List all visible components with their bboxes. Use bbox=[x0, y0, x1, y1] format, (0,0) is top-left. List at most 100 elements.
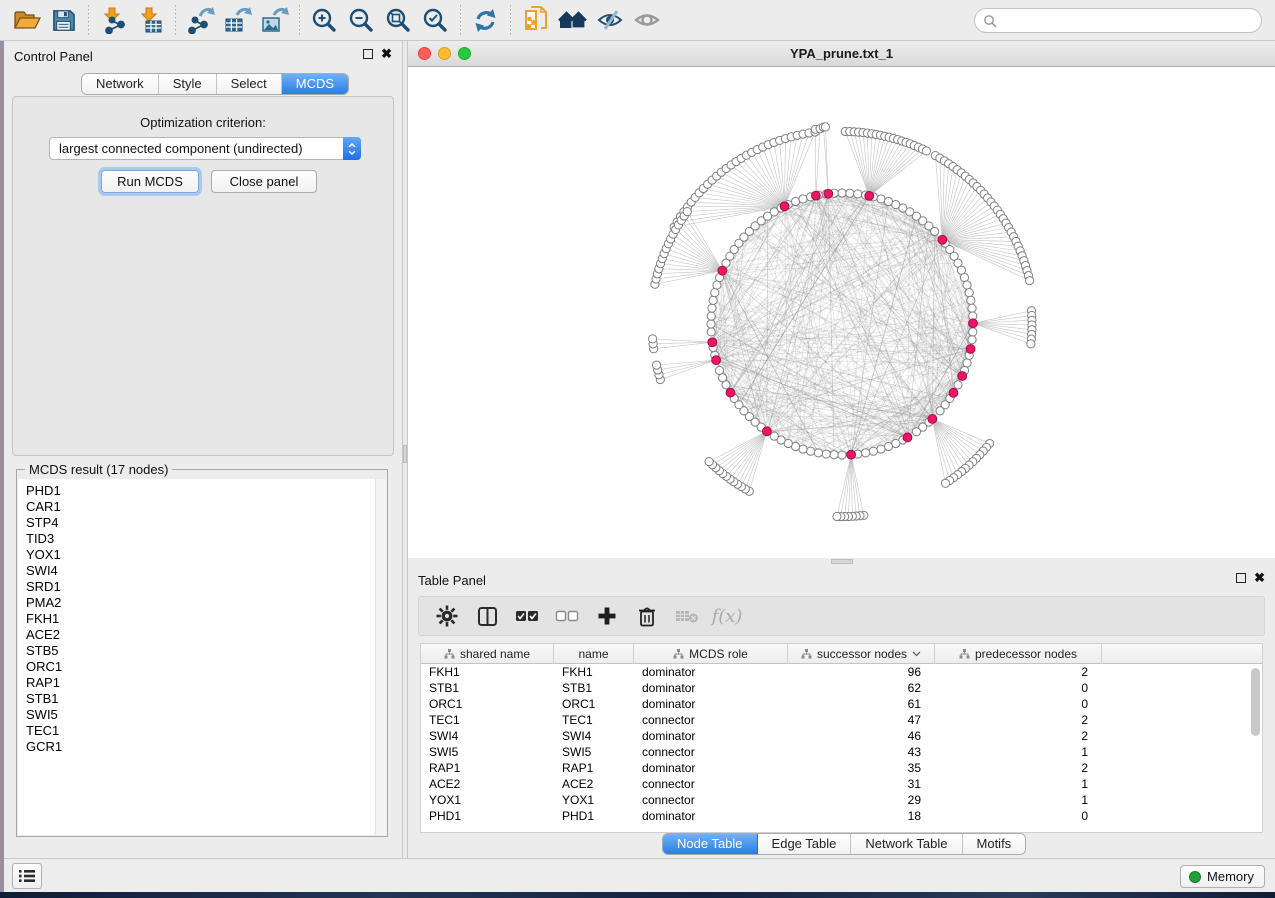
mcds-result-item[interactable]: SRD1 bbox=[26, 579, 375, 595]
column-header-predecessor-nodes[interactable]: predecessor nodes bbox=[935, 644, 1102, 664]
mcds-result-item[interactable]: GCR1 bbox=[26, 739, 375, 755]
network-node[interactable] bbox=[715, 366, 723, 374]
mcds-node[interactable] bbox=[712, 356, 721, 365]
zoom-in-button[interactable] bbox=[306, 3, 343, 37]
open-session-button[interactable] bbox=[8, 3, 45, 37]
zoom-out-button[interactable] bbox=[343, 3, 380, 37]
mcds-result-item[interactable]: STB5 bbox=[26, 643, 375, 659]
search-field[interactable] bbox=[974, 8, 1262, 33]
network-node[interactable] bbox=[912, 428, 920, 436]
select-all-button[interactable] bbox=[509, 599, 545, 633]
network-node[interactable] bbox=[931, 227, 939, 235]
network-node[interactable] bbox=[884, 442, 892, 450]
network-node[interactable] bbox=[838, 451, 846, 459]
table-row[interactable]: SWI5SWI5connector431 bbox=[421, 744, 1262, 760]
mcds-node[interactable] bbox=[903, 433, 912, 442]
tab-network[interactable]: Network bbox=[82, 74, 159, 94]
network-node[interactable] bbox=[968, 336, 976, 344]
mcds-node[interactable] bbox=[824, 189, 833, 198]
satellite-node[interactable] bbox=[941, 479, 949, 487]
table-row[interactable]: PHD1PHD1dominator180 bbox=[421, 808, 1262, 824]
network-node[interactable] bbox=[791, 197, 799, 205]
show-task-history-button[interactable] bbox=[12, 863, 42, 889]
mcds-node[interactable] bbox=[949, 388, 958, 397]
minimize-window-icon[interactable] bbox=[438, 47, 451, 60]
splitter-grip[interactable] bbox=[403, 445, 407, 463]
satellite-node[interactable] bbox=[705, 457, 713, 465]
export-table-button[interactable] bbox=[219, 3, 256, 37]
network-node[interactable] bbox=[854, 190, 862, 198]
table-row[interactable]: RAP1RAP1dominator352 bbox=[421, 760, 1262, 776]
mcds-result-item[interactable]: RAP1 bbox=[26, 675, 375, 691]
tab-network-table[interactable]: Network Table bbox=[851, 834, 962, 854]
mcds-node[interactable] bbox=[966, 345, 975, 354]
mcds-node[interactable] bbox=[958, 372, 967, 381]
network-node[interactable] bbox=[708, 304, 716, 312]
column-header-shared-name[interactable]: shared name bbox=[421, 644, 554, 664]
run-mcds-button[interactable]: Run MCDS bbox=[101, 170, 199, 193]
network-node[interactable] bbox=[869, 447, 877, 455]
zoom-fit-button[interactable] bbox=[380, 3, 417, 37]
share-document-button[interactable] bbox=[517, 3, 554, 37]
mcds-node[interactable] bbox=[969, 319, 978, 328]
result-list-scrollbar[interactable] bbox=[375, 479, 386, 835]
network-node[interactable] bbox=[846, 189, 854, 197]
table-row[interactable]: ORC1ORC1dominator610 bbox=[421, 696, 1262, 712]
tab-node-table[interactable]: Node Table bbox=[663, 834, 758, 854]
network-node[interactable] bbox=[969, 328, 977, 336]
network-canvas[interactable] bbox=[408, 67, 1275, 558]
mcds-node[interactable] bbox=[780, 202, 789, 211]
mcds-node[interactable] bbox=[718, 266, 727, 275]
add-row-button[interactable] bbox=[589, 599, 625, 633]
table-row[interactable]: SWI4SWI4dominator462 bbox=[421, 728, 1262, 744]
network-node[interactable] bbox=[960, 273, 968, 281]
mcds-result-item[interactable]: ORC1 bbox=[26, 659, 375, 675]
network-node[interactable] bbox=[713, 281, 721, 289]
mcds-node[interactable] bbox=[938, 235, 947, 244]
table-options-button[interactable] bbox=[429, 599, 465, 633]
network-node[interactable] bbox=[838, 189, 846, 197]
close-panel-icon[interactable]: ✖ bbox=[381, 49, 392, 59]
network-node[interactable] bbox=[963, 281, 971, 289]
network-node[interactable] bbox=[799, 195, 807, 203]
mcds-result-item[interactable]: SWI5 bbox=[26, 707, 375, 723]
show-graphics-details-button[interactable] bbox=[628, 3, 665, 37]
satellite-node[interactable] bbox=[922, 147, 930, 155]
network-node[interactable] bbox=[799, 445, 807, 453]
network-node[interactable] bbox=[822, 450, 830, 458]
save-session-button[interactable] bbox=[45, 3, 82, 37]
satellite-node[interactable] bbox=[833, 512, 841, 520]
mcds-node[interactable] bbox=[762, 427, 771, 436]
table-row[interactable]: FKH1FKH1dominator962 bbox=[421, 664, 1262, 680]
close-panel-button[interactable]: Close panel bbox=[211, 170, 317, 193]
table-row[interactable]: YOX1YOX1connector291 bbox=[421, 792, 1262, 808]
deselect-all-button[interactable] bbox=[549, 599, 585, 633]
satellite-node[interactable] bbox=[1026, 277, 1034, 285]
tab-mcds[interactable]: MCDS bbox=[282, 74, 348, 94]
satellite-node[interactable] bbox=[821, 123, 829, 131]
network-node[interactable] bbox=[814, 449, 822, 457]
import-table-button[interactable] bbox=[132, 3, 169, 37]
table-row[interactable]: ACE2ACE2connector311 bbox=[421, 776, 1262, 792]
mcds-node[interactable] bbox=[811, 191, 820, 200]
export-network-button[interactable] bbox=[182, 3, 219, 37]
network-node[interactable] bbox=[707, 320, 715, 328]
close-window-icon[interactable] bbox=[418, 47, 431, 60]
network-node[interactable] bbox=[707, 328, 715, 336]
network-node[interactable] bbox=[954, 381, 962, 389]
optimization-criterion-select[interactable]: largest connected component (undirected) bbox=[49, 137, 361, 160]
mcds-result-item[interactable]: SWI4 bbox=[26, 563, 375, 579]
network-node[interactable] bbox=[968, 304, 976, 312]
zoom-selected-button[interactable] bbox=[417, 3, 454, 37]
network-node[interactable] bbox=[862, 449, 870, 457]
home-network-button[interactable] bbox=[554, 3, 591, 37]
mcds-node[interactable] bbox=[726, 388, 735, 397]
column-header-MCDS-role[interactable]: MCDS role bbox=[634, 644, 788, 664]
mcds-result-item[interactable]: FKH1 bbox=[26, 611, 375, 627]
network-node[interactable] bbox=[711, 289, 719, 297]
mcds-node[interactable] bbox=[865, 191, 874, 200]
mcds-result-item[interactable]: PHD1 bbox=[26, 483, 375, 499]
mcds-node[interactable] bbox=[847, 450, 856, 459]
column-header-successor-nodes[interactable]: successor nodes bbox=[788, 644, 935, 664]
float-panel-icon[interactable] bbox=[1236, 573, 1246, 583]
